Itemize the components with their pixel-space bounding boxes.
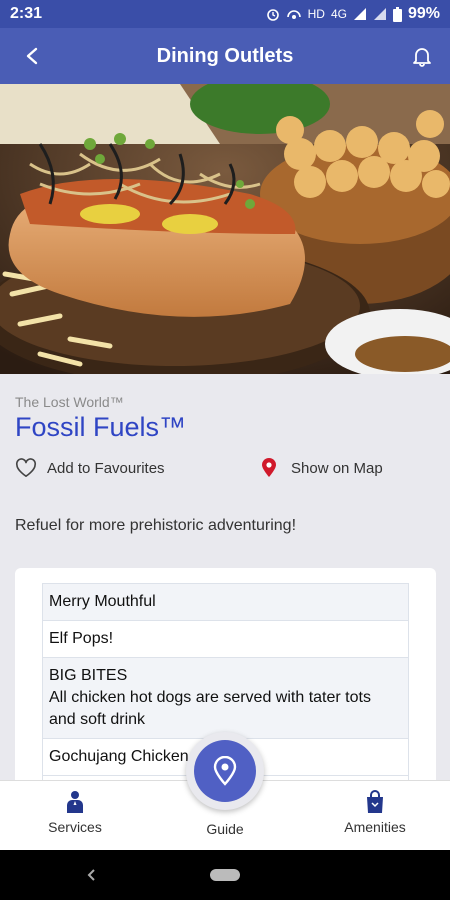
system-home-button[interactable] xyxy=(210,869,240,881)
alarm-icon xyxy=(266,9,279,21)
status-bar: 2:31 HD 4G 99% xyxy=(0,0,450,28)
bell-icon xyxy=(413,48,431,67)
favourites-label: Add to Favourites xyxy=(47,459,165,477)
menu-row: Merry Mouthful xyxy=(42,584,409,621)
nav-amenities-label: Amenities xyxy=(344,819,406,835)
outlet-description: Refuel for more prehistoric adventuring! xyxy=(15,517,297,534)
action-row: Add to Favourites Show on Map xyxy=(15,458,435,486)
nav-services-label: Services xyxy=(48,819,102,835)
outlet-name: Fossil Fuels™ xyxy=(15,412,187,442)
back-arrow-icon xyxy=(26,47,38,65)
heart-icon xyxy=(15,458,37,477)
nav-guide-label: Guide xyxy=(206,821,244,837)
outlet-zone: The Lost World™ xyxy=(15,394,124,410)
notifications-button[interactable] xyxy=(408,42,436,70)
hotdog-illustration xyxy=(0,84,450,374)
nav-guide[interactable]: Guide xyxy=(165,821,285,837)
signal-icon xyxy=(353,8,366,20)
back-button[interactable] xyxy=(18,42,46,70)
map-pin-icon xyxy=(262,458,276,477)
system-navigation-bar xyxy=(0,850,450,900)
battery-percent: 99% xyxy=(407,5,440,22)
app-bar: Dining Outlets xyxy=(0,28,450,84)
nav-services[interactable]: Services xyxy=(15,789,135,835)
status-icons: HD 4G 99% xyxy=(266,5,440,23)
signal-icon-2 xyxy=(373,8,386,20)
battery-icon xyxy=(392,6,402,22)
shopping-bag-icon xyxy=(367,790,383,813)
status-time: 2:31 xyxy=(10,5,43,22)
hotspot-icon xyxy=(286,10,301,19)
network-type: 4G xyxy=(330,7,347,21)
hd-indicator: HD xyxy=(307,7,325,21)
add-to-favourites-button[interactable]: Add to Favourites xyxy=(15,458,165,478)
outlet-hero-image xyxy=(0,84,450,374)
services-person-icon xyxy=(67,791,83,813)
show-on-map-button[interactable]: Show on Map xyxy=(261,458,383,478)
system-back-icon[interactable] xyxy=(84,866,98,884)
menu-row: BIG BITES All chicken hot dogs are serve… xyxy=(42,658,409,739)
map-label: Show on Map xyxy=(291,459,383,477)
page-title: Dining Outlets xyxy=(156,44,294,67)
location-pin-icon xyxy=(213,756,237,786)
guide-fab-inner xyxy=(194,740,256,802)
nav-amenities[interactable]: Amenities xyxy=(315,789,435,835)
guide-fab-button[interactable] xyxy=(186,732,264,810)
menu-row: Elf Pops! xyxy=(42,621,409,658)
outlet-details: The Lost World™ Fossil Fuels™ Add to Fav… xyxy=(0,374,450,780)
